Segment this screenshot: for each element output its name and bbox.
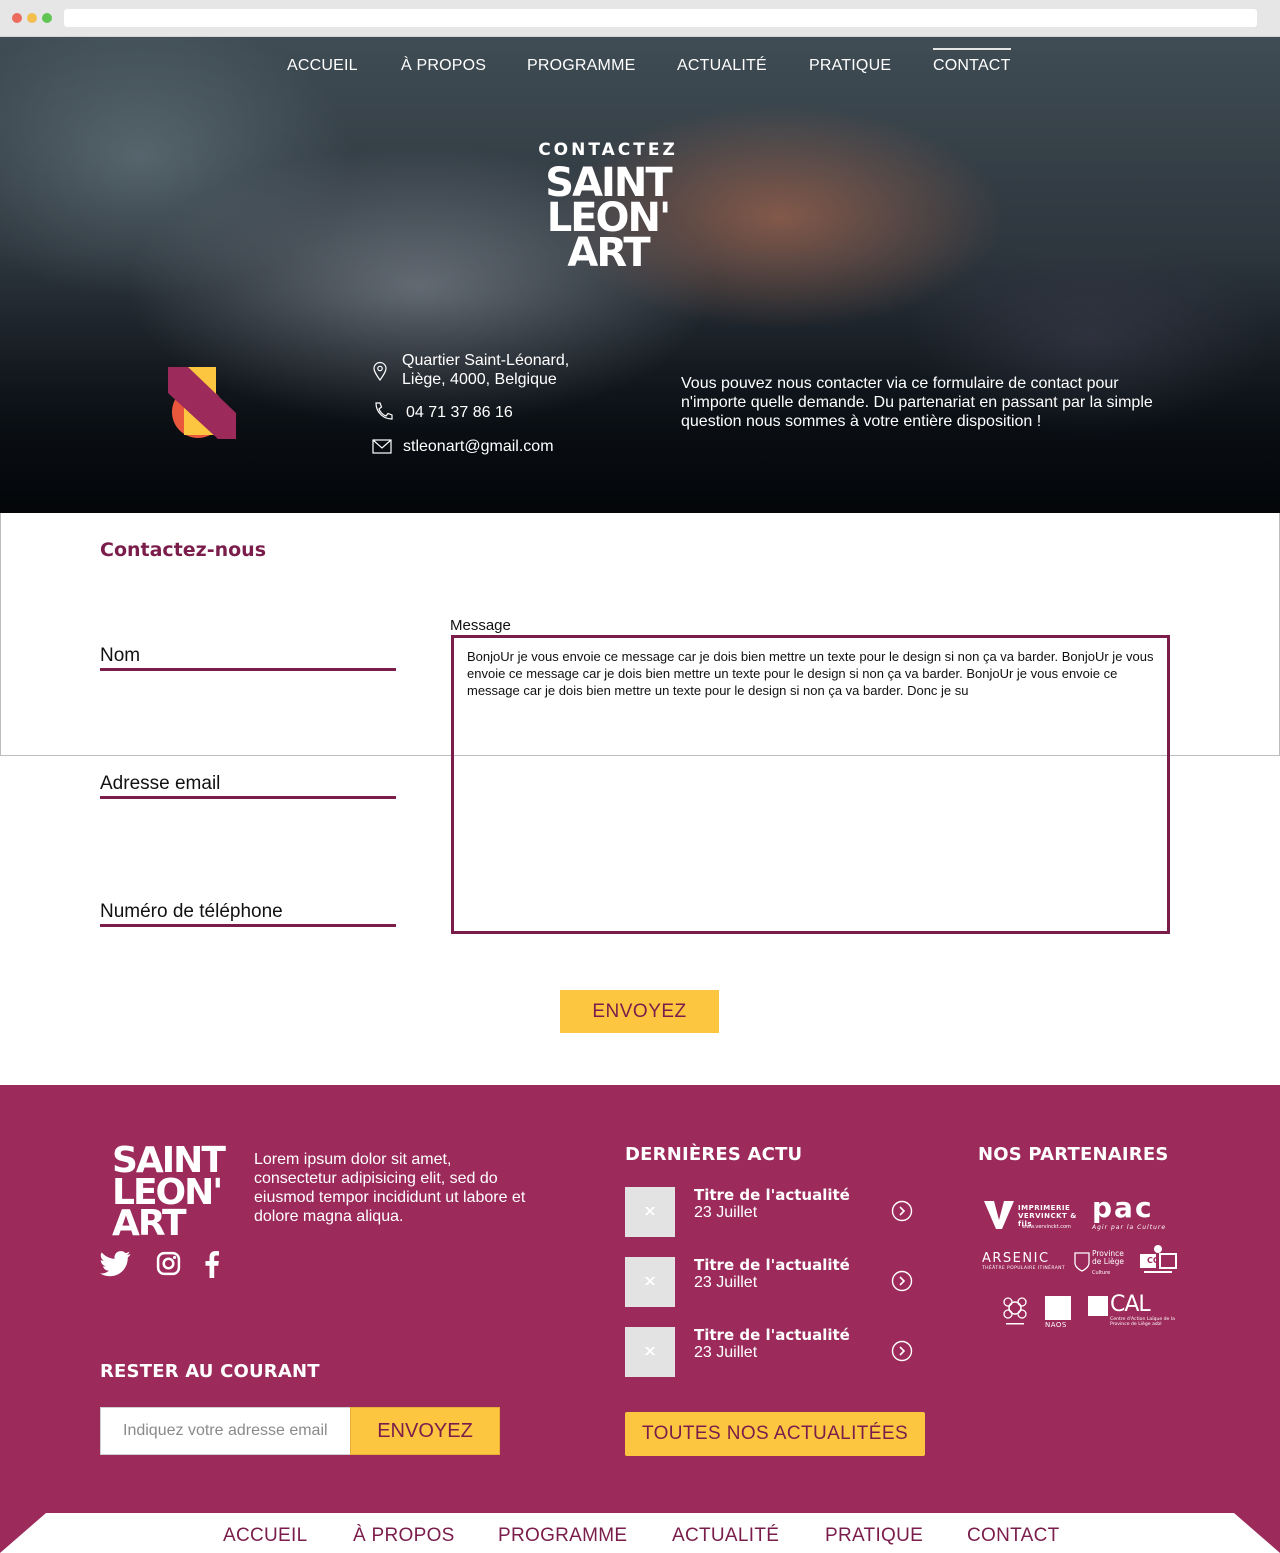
- twitter-icon[interactable]: [100, 1251, 131, 1277]
- news-title: Titre de l'actualité: [694, 1186, 850, 1204]
- partner-logo-ornament[interactable]: [1000, 1294, 1030, 1332]
- partners-heading: NOS PARTENAIRES: [978, 1144, 1169, 1165]
- partner-logo-cc[interactable]: CC: [1138, 1244, 1178, 1280]
- nav-item-accueil[interactable]: ACCUEIL: [287, 57, 358, 75]
- address-line: Liège, 4000, Belgique: [402, 371, 557, 388]
- maximize-window-icon[interactable]: [42, 13, 52, 23]
- bottom-nav-item-pratique[interactable]: PRATIQUE: [825, 1525, 923, 1547]
- news-thumbnail: [625, 1257, 675, 1307]
- news-thumbnail: [625, 1187, 675, 1237]
- news-item[interactable]: Titre de l'actualité 23 Juillet: [625, 1187, 915, 1237]
- instagram-icon[interactable]: [156, 1251, 181, 1276]
- news-item[interactable]: Titre de l'actualité 23 Juillet: [625, 1327, 915, 1377]
- bottom-nav-item-a-propos[interactable]: À PROPOS: [353, 1525, 455, 1547]
- logo-line: ART: [567, 230, 650, 277]
- news-date: 23 Juillet: [694, 1274, 758, 1291]
- news-title: Titre de l'actualité: [694, 1326, 850, 1344]
- partner-tagline: Centre d'Action Laïque de la Province de…: [1110, 1317, 1175, 1327]
- hero-kicker: CONTACTEZ: [538, 140, 678, 160]
- hero-logo: SAINT LEON' ART: [510, 163, 706, 277]
- hero-banner: ACCUEIL À PROPOS PROGRAMME ACTUALITÉ PRA…: [0, 37, 1280, 513]
- message-label: Message: [450, 617, 511, 634]
- chevron-right-circle-icon[interactable]: [891, 1270, 913, 1292]
- hero-description: Vous pouvez nous contacter via ce formul…: [681, 375, 1153, 430]
- partner-tagline: Agir par la Culture: [1092, 1224, 1167, 1231]
- bottom-nav-item-actualite[interactable]: ACTUALITÉ: [672, 1525, 779, 1547]
- send-message-button[interactable]: ENVOYEZ: [560, 990, 719, 1033]
- address-line: Quartier Saint-Léonard,: [402, 352, 570, 369]
- contact-heading: Contactez-nous: [100, 539, 267, 561]
- partner-name: ARSENIC: [982, 1251, 1050, 1266]
- partner-logo-naos[interactable]: NAOS: [1045, 1296, 1071, 1329]
- all-news-button[interactable]: TOUTES NOS ACTUALITÉES: [625, 1412, 925, 1456]
- phone-icon: [375, 402, 393, 420]
- partner-name: pac: [1092, 1191, 1154, 1224]
- phone-text[interactable]: 04 71 37 86 16: [406, 403, 513, 422]
- partner-name: Province de Liège: [1092, 1249, 1125, 1266]
- facebook-icon[interactable]: [204, 1251, 220, 1278]
- address-bar[interactable]: [64, 9, 1257, 27]
- message-field: BonjoUr je vous envoie ce message car je…: [451, 635, 1170, 934]
- news-heading: DERNIÈRES ACTU: [625, 1144, 803, 1165]
- address-text: Quartier Saint-Léonard, Liège, 4000, Bel…: [402, 351, 569, 389]
- news-date: 23 Juillet: [694, 1344, 758, 1361]
- email-input[interactable]: [100, 772, 396, 796]
- naos-logo-block: [1045, 1296, 1071, 1320]
- vervinckt-logo-icon: [984, 1201, 1014, 1229]
- partner-name: NAOS: [1045, 1321, 1067, 1329]
- news-item[interactable]: Titre de l'actualité 23 Juillet: [625, 1257, 915, 1307]
- message-textarea[interactable]: BonjoUr je vous envoie ce message car je…: [454, 638, 1167, 931]
- partner-logo-vervinckt[interactable]: IMPRIMERIE VERVINCKT & fils www.vervinck…: [982, 1198, 1076, 1236]
- bottom-nav-item-contact[interactable]: CONTACT: [967, 1525, 1060, 1547]
- nav-item-contact[interactable]: CONTACT: [933, 48, 1011, 75]
- bottom-nav-item-programme[interactable]: PROGRAMME: [498, 1525, 627, 1547]
- footer-description: Lorem ipsum dolor sit amet, consectetur …: [254, 1151, 526, 1225]
- newsletter-submit-button[interactable]: ENVOYEZ: [350, 1407, 500, 1455]
- nav-item-programme[interactable]: PROGRAMME: [527, 57, 635, 75]
- cal-logo-block: [1088, 1296, 1108, 1316]
- newsletter-form: ENVOYEZ: [100, 1407, 500, 1455]
- partner-logo-pac[interactable]: pac Agir par la Culture: [1092, 1191, 1167, 1232]
- nav-item-actualite[interactable]: ACTUALITÉ: [677, 57, 767, 75]
- news-date: 23 Juillet: [694, 1204, 758, 1221]
- ornament-logo-icon: [1003, 1297, 1027, 1325]
- email-field: [100, 772, 396, 799]
- close-window-icon[interactable]: [12, 13, 22, 23]
- partner-logo-arsenic[interactable]: ARSENIC THÉÂTRE POPULAIRE ITINÉRANT: [982, 1251, 1066, 1272]
- partner-url: www.vervinckt.com: [1022, 1224, 1071, 1230]
- phone-field: [100, 900, 396, 927]
- partner-tagline: Culture: [1092, 1270, 1111, 1276]
- chevron-right-circle-icon[interactable]: [891, 1340, 913, 1362]
- nav-item-a-propos[interactable]: À PROPOS: [401, 57, 486, 75]
- partner-name: CAL: [1110, 1292, 1151, 1317]
- name-input[interactable]: [100, 644, 396, 668]
- news-thumbnail: [625, 1327, 675, 1377]
- partner-name: CC: [1147, 1256, 1159, 1265]
- location-pin-icon: [373, 361, 387, 381]
- brand-s-mark-icon: [168, 367, 236, 439]
- phone-input[interactable]: [100, 900, 396, 924]
- footer-logo[interactable]: SAINT LEON' ART: [112, 1143, 232, 1245]
- partner-logos: IMPRIMERIE VERVINCKT & fils www.vervinck…: [978, 1190, 1188, 1340]
- email-text[interactable]: stleonart@gmail.com: [403, 437, 554, 456]
- province-crest-icon: [1074, 1252, 1090, 1272]
- hero-title: CONTACTEZ SAINT LEON' ART: [510, 140, 706, 277]
- minimize-window-icon[interactable]: [27, 13, 37, 23]
- partner-tagline: THÉÂTRE POPULAIRE ITINÉRANT: [982, 1266, 1066, 1271]
- name-field: [100, 644, 396, 671]
- newsletter-heading: RESTER AU COURANT: [100, 1361, 320, 1382]
- top-navigation: ACCUEIL À PROPOS PROGRAMME ACTUALITÉ PRA…: [0, 48, 1280, 87]
- logo-line: ART: [112, 1203, 187, 1245]
- bottom-nav-background: [0, 1513, 1280, 1553]
- mail-icon: [372, 439, 392, 454]
- bottom-navigation: ACCUEIL À PROPOS PROGRAMME ACTUALITÉ PRA…: [0, 1513, 1280, 1553]
- chevron-right-circle-icon[interactable]: [891, 1200, 913, 1222]
- footer: SAINT LEON' ART Lorem ipsum dolor sit am…: [0, 1085, 1280, 1553]
- news-title: Titre de l'actualité: [694, 1256, 850, 1274]
- nav-item-pratique[interactable]: PRATIQUE: [809, 57, 891, 75]
- newsletter-email-input[interactable]: [100, 1407, 352, 1455]
- browser-chrome: [0, 0, 1280, 37]
- bottom-nav-item-accueil[interactable]: ACCUEIL: [223, 1525, 307, 1547]
